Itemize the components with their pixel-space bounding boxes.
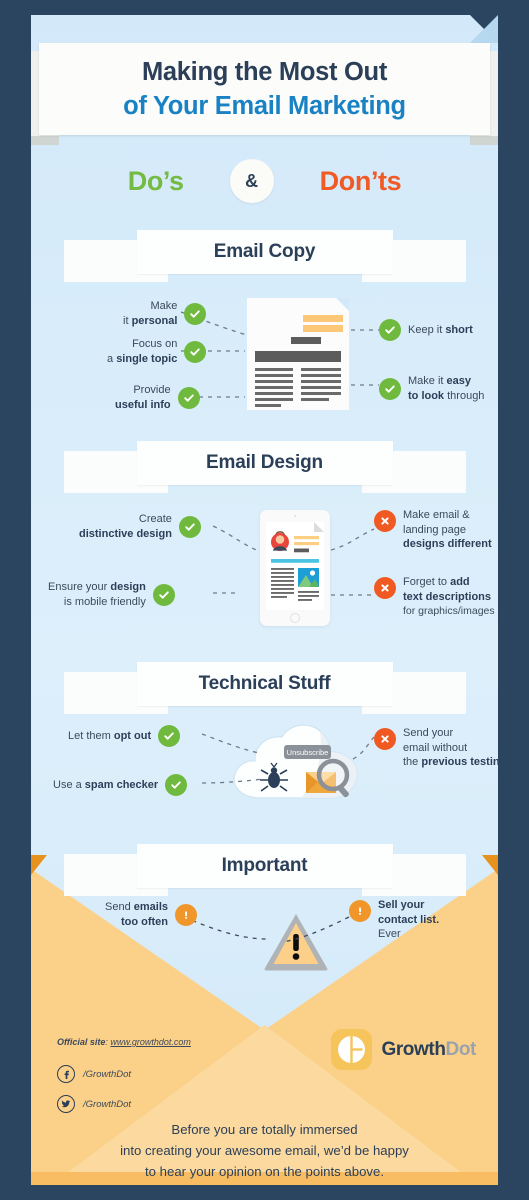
unsubscribe-label: Unsubscribe <box>287 748 329 757</box>
page-title-line2: of Your Email Marketing <box>123 92 406 120</box>
tablet-home-button-icon <box>290 613 300 623</box>
infographic-root: Making the Most Out of Your Email Market… <box>0 0 529 1200</box>
list-item: Use a spam checker <box>53 774 188 796</box>
item-text: Keep it short <box>408 323 473 336</box>
banner-main: Email Copy <box>136 230 393 274</box>
twitter-icon <box>57 1095 75 1113</box>
donts-label: Don’ts <box>319 165 402 196</box>
item-text: Send your email without the previous testi… <box>403 727 498 769</box>
closing-line-2: into creating your awesome email, we’d b… <box>120 1142 409 1158</box>
item-text: Create distinctive design <box>79 513 172 540</box>
check-icon <box>152 583 175 606</box>
item-text: Provide useful info <box>115 384 171 411</box>
title-banner: Making the Most Out of Your Email Market… <box>39 43 490 135</box>
closing-line-1: Before you are totally immersed <box>171 1122 358 1137</box>
section-technical-stuff: Technical Stuff <box>31 662 498 714</box>
list-item: Create distinctive design <box>79 512 201 541</box>
section-title-technical-stuff: Technical Stuff <box>198 673 331 694</box>
section-banner-email-copy: Email Copy <box>63 230 466 282</box>
list-item: Make it easy to look through <box>379 374 484 403</box>
item-text: Send emails too often <box>105 901 168 928</box>
official-site-label: Official site <box>57 1037 106 1047</box>
item-text: Focus on a single topic <box>107 338 178 365</box>
item-text: Make it personal <box>123 300 178 327</box>
tablet-camera-icon <box>294 515 296 517</box>
cross-icon <box>374 510 396 532</box>
check-icon <box>178 515 201 538</box>
section-email-design: Email Design <box>31 441 498 493</box>
page-title-line1: Making the Most Out <box>141 57 388 86</box>
official-site-line: Official site: www.growthdot.com <box>57 1037 191 1047</box>
item-text: Make it easy to look through <box>408 375 485 402</box>
ampersand-badge: & <box>229 159 274 203</box>
document-icon <box>247 298 349 410</box>
footer: Official site: www.growthdot.com /Growth… <box>31 1025 498 1185</box>
warning-icon <box>175 903 197 926</box>
sheet-corner-fold-icon <box>470 15 498 43</box>
social-link-twitter[interactable]: /GrowthDot <box>57 1095 131 1113</box>
title-ribbon: Making the Most Out of Your Email Market… <box>31 43 498 145</box>
list-item: Make it personal <box>123 299 207 328</box>
twitter-handle: /GrowthDot <box>83 1098 132 1110</box>
list-item: Focus on a single topic <box>107 337 207 366</box>
check-icon <box>379 377 401 400</box>
dos-label: Do’s <box>127 165 184 196</box>
check-icon <box>379 319 401 341</box>
banner-main: Email Design <box>136 441 393 485</box>
warning-icon <box>349 900 371 922</box>
section-email-copy: Email Copy <box>31 230 498 282</box>
growthdot-wordmark: GrowthDot <box>381 1039 476 1061</box>
list-item: Forget to add text descriptions for graphi… <box>374 575 495 619</box>
banner-main: Important <box>136 844 393 888</box>
social-link-facebook[interactable]: /GrowthDot <box>57 1065 131 1083</box>
list-item: Send emails too often <box>105 900 197 929</box>
paper-sheet: Making the Most Out of Your Email Market… <box>31 15 498 1185</box>
warning-triangle-icon <box>263 912 329 972</box>
banner-main: Technical Stuff <box>136 662 393 706</box>
section-title-email-copy: Email Copy <box>213 241 316 262</box>
ampersand-label: & <box>245 170 259 191</box>
item-text: Sell your contact list. Ever <box>378 899 440 941</box>
document-fold-icon <box>336 298 349 311</box>
section-title-email-design: Email Design <box>206 452 323 473</box>
tablet-icon <box>260 510 330 626</box>
list-item: Keep it short <box>379 319 473 341</box>
item-text: Forget to add text descriptions for graphi… <box>403 576 495 618</box>
check-icon <box>158 725 181 747</box>
item-text: Let them opt out <box>68 729 152 742</box>
dos-donts-row: Do’s & Don’ts <box>31 153 498 209</box>
check-icon <box>165 774 188 796</box>
list-item: Sell your contact list. Ever <box>349 898 439 942</box>
item-text: Ensure your design is mobile friendly <box>48 581 146 608</box>
cloud-icon: Unsubscribe <box>227 718 367 806</box>
list-item: Provide useful info <box>115 383 200 412</box>
growthdot-logo: GrowthDot <box>331 1029 476 1070</box>
facebook-handle: /GrowthDot <box>83 1068 132 1080</box>
section-banner-technical-stuff: Technical Stuff <box>63 662 466 714</box>
section-banner-important: Important <box>63 844 466 896</box>
logo-name-growth: Growth <box>381 1038 446 1060</box>
official-site-url[interactable]: www.growthdot.com <box>110 1037 191 1047</box>
check-icon <box>184 340 207 363</box>
section-title-important: Important <box>221 855 308 876</box>
closing-line-3: to hear your opinion on the points above… <box>144 1163 384 1179</box>
cross-icon <box>374 577 396 599</box>
section-important: Important <box>31 844 498 896</box>
check-icon <box>177 386 200 409</box>
item-text: Make email & landing page designs differen… <box>403 509 492 551</box>
cross-icon <box>374 728 396 750</box>
list-item: Ensure your design is mobile friendly <box>48 580 175 609</box>
list-item: Make email & landing page designs differen… <box>374 508 492 552</box>
tablet-screen <box>266 522 324 610</box>
list-item: Send your email without the previous testi… <box>374 726 498 770</box>
growthdot-logo-mark-icon <box>331 1029 373 1070</box>
list-item: Let them opt out <box>68 725 181 747</box>
logo-name-dot: Dot <box>445 1038 477 1060</box>
check-icon <box>184 302 207 325</box>
closing-message: Before you are totally immersed into cre… <box>31 1120 498 1183</box>
item-text: Use a spam checker <box>53 778 159 791</box>
facebook-icon <box>57 1065 75 1083</box>
section-banner-email-design: Email Design <box>63 441 466 493</box>
